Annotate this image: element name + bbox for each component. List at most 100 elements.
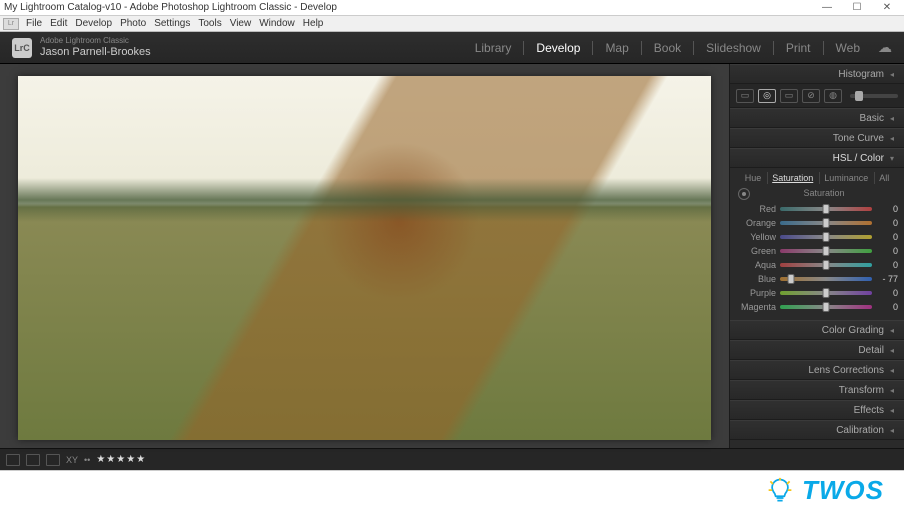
menu-file[interactable]: File	[22, 18, 46, 29]
slider-track[interactable]	[780, 207, 872, 211]
saturation-slider-green[interactable]: Green 0	[736, 244, 898, 258]
window-minimize-button[interactable]: —	[812, 2, 842, 13]
loupe-view[interactable]	[0, 64, 729, 448]
slider-knob-icon[interactable]	[855, 91, 863, 101]
loupe-view-button[interactable]	[6, 454, 20, 466]
module-sep	[523, 41, 524, 55]
module-print[interactable]: Print	[780, 39, 817, 57]
slider-value[interactable]: 0	[876, 302, 898, 312]
slider-track[interactable]	[780, 291, 872, 295]
hsl-tab-hue[interactable]: Hue	[741, 172, 766, 184]
saturation-slider-aqua[interactable]: Aqua0	[736, 258, 898, 272]
menu-window[interactable]: Window	[255, 18, 299, 29]
slider-knob-icon[interactable]	[823, 288, 830, 298]
toolbar-xy-label[interactable]: XY	[66, 455, 78, 465]
panel-label: Detail	[858, 345, 884, 356]
slider-knob-icon[interactable]	[823, 302, 830, 312]
saturation-slider-orange[interactable]: Orange0	[736, 216, 898, 230]
module-slideshow[interactable]: Slideshow	[700, 39, 767, 57]
module-develop[interactable]: Develop	[530, 39, 586, 57]
panel-basic[interactable]: Basic ◂	[730, 108, 904, 128]
window-maximize-button[interactable]: ☐	[842, 2, 872, 13]
crop-tool-icon[interactable]: ▭	[736, 89, 754, 103]
targeted-adjustment-tool-icon[interactable]	[738, 188, 750, 200]
rating-stars[interactable]: ★★★★★	[96, 454, 146, 465]
slider-knob-icon[interactable]	[823, 204, 830, 214]
slider-knob-icon[interactable]	[788, 274, 795, 284]
tool-size-slider[interactable]	[850, 94, 898, 98]
panel-label: HSL / Color	[833, 153, 884, 164]
menu-edit[interactable]: Edit	[46, 18, 71, 29]
chevron-left-icon: ◂	[890, 346, 896, 355]
cloud-sync-icon[interactable]: ☁	[878, 39, 892, 56]
watermark-text: TWOS	[802, 475, 884, 506]
develop-right-panel: Histogram ◂ ▭ ◎ ▭ ⊘ ◍ Basic ◂ Tone Curve…	[729, 64, 904, 448]
chevron-down-icon: ▾	[890, 154, 896, 163]
identity-plate[interactable]: Jason Parnell-Brookes	[40, 46, 151, 58]
hsl-tab-saturation[interactable]: Saturation	[767, 172, 817, 184]
slider-value[interactable]: - 77	[876, 274, 898, 284]
menu-photo[interactable]: Photo	[116, 18, 150, 29]
saturation-slider-magenta[interactable]: Magenta0	[736, 300, 898, 314]
slider-value[interactable]: 0	[876, 232, 898, 242]
slider-label: Green	[736, 246, 776, 256]
menu-tools[interactable]: Tools	[194, 18, 225, 29]
panel-lens-corrections[interactable]: Lens Corrections ◂	[730, 360, 904, 380]
chevron-left-icon: ◂	[890, 134, 896, 143]
slider-track[interactable]	[780, 305, 872, 309]
toolbar-dots[interactable]: ••	[84, 455, 90, 465]
slider-label: Red	[736, 204, 776, 214]
module-web[interactable]: Web	[830, 39, 866, 57]
panel-label: Calibration	[836, 425, 884, 436]
panel-hsl-color[interactable]: HSL / Color ▾	[730, 148, 904, 168]
slider-knob-icon[interactable]	[823, 232, 830, 242]
panel-color-grading[interactable]: Color Grading ◂	[730, 320, 904, 340]
panel-histogram[interactable]: Histogram ◂	[730, 64, 904, 84]
chevron-left-icon: ◂	[890, 70, 896, 79]
slider-track[interactable]	[780, 277, 872, 281]
masking-tool-icon[interactable]: ⊘	[802, 89, 820, 103]
slider-value[interactable]: 0	[876, 260, 898, 270]
hsl-tabs: Hue Saturation Luminance All	[736, 172, 898, 184]
before-after-button[interactable]	[26, 454, 40, 466]
slider-track[interactable]	[780, 249, 872, 253]
tool-strip: ▭ ◎ ▭ ⊘ ◍	[730, 84, 904, 108]
slider-knob-icon[interactable]	[823, 260, 830, 270]
lightbulb-icon	[766, 477, 794, 505]
saturation-slider-red[interactable]: Red 0	[736, 202, 898, 216]
hsl-tab-all[interactable]: All	[874, 172, 893, 184]
slider-knob-icon[interactable]	[823, 218, 830, 228]
slider-track[interactable]	[780, 235, 872, 239]
saturation-slider-blue[interactable]: Blue- 77	[736, 272, 898, 286]
photo-preview[interactable]	[18, 76, 711, 441]
menu-settings[interactable]: Settings	[150, 18, 194, 29]
panel-transform[interactable]: Transform ◂	[730, 380, 904, 400]
module-picker: Library Develop Map Book Slideshow Print…	[469, 39, 892, 57]
slider-knob-icon[interactable]	[823, 246, 830, 256]
menu-develop[interactable]: Develop	[71, 18, 116, 29]
slider-value[interactable]: 0	[876, 204, 898, 214]
panel-detail[interactable]: Detail ◂	[730, 340, 904, 360]
saturation-slider-yellow[interactable]: Yellow0	[736, 230, 898, 244]
brush-tool-icon[interactable]: ◍	[824, 89, 842, 103]
panel-effects[interactable]: Effects ◂	[730, 400, 904, 420]
slider-value[interactable]: 0	[876, 288, 898, 298]
module-map[interactable]: Map	[599, 39, 634, 57]
compare-button[interactable]	[46, 454, 60, 466]
saturation-slider-purple[interactable]: Purple0	[736, 286, 898, 300]
panel-tone-curve[interactable]: Tone Curve ◂	[730, 128, 904, 148]
slider-track[interactable]	[780, 221, 872, 225]
module-library[interactable]: Library	[469, 39, 518, 57]
slider-value[interactable]: 0	[876, 218, 898, 228]
slider-track[interactable]	[780, 263, 872, 267]
window-close-button[interactable]: ✕	[872, 2, 902, 13]
menu-help[interactable]: Help	[299, 18, 328, 29]
app-icon: Lr	[3, 18, 19, 30]
hsl-tab-luminance[interactable]: Luminance	[819, 172, 872, 184]
redeye-tool-icon[interactable]: ▭	[780, 89, 798, 103]
spot-removal-tool-icon[interactable]: ◎	[758, 89, 776, 103]
slider-value[interactable]: 0	[876, 246, 898, 256]
module-book[interactable]: Book	[648, 39, 687, 57]
panel-calibration[interactable]: Calibration ◂	[730, 420, 904, 440]
menu-view[interactable]: View	[226, 18, 256, 29]
